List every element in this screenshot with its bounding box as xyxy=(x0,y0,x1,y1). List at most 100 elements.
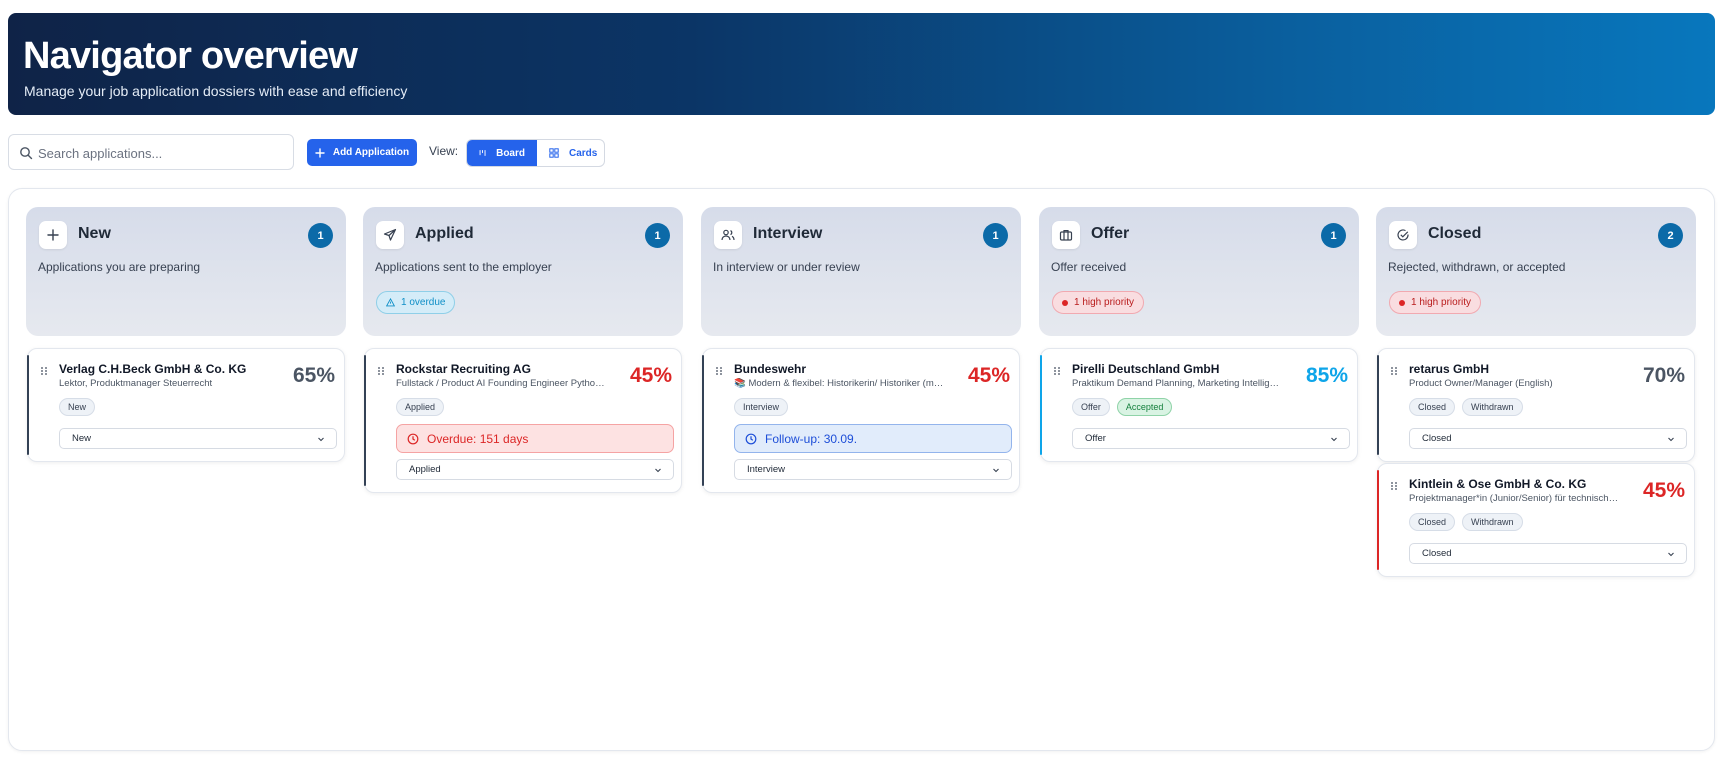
column-count-badge: 1 xyxy=(308,223,333,248)
application-card[interactable]: Verlag C.H.Beck GmbH & Co. KG Lektor, Pr… xyxy=(27,348,345,462)
column-offer: Offer 1 Offer received 1 high priority P… xyxy=(1039,207,1359,462)
company-name: retarus GmbH xyxy=(1409,362,1490,376)
column-new: New 1 Applications you are preparing Ver… xyxy=(26,207,346,462)
job-title: 📚 Modern & flexibel: Historikerin/ Histo… xyxy=(734,378,944,389)
withdrawn-tag: Withdrawn xyxy=(1462,513,1523,531)
cards-view-label: Cards xyxy=(569,147,598,159)
withdrawn-tag: Withdrawn xyxy=(1462,398,1523,416)
chevron-down-icon xyxy=(655,468,661,473)
company-name: Rockstar Recruiting AG xyxy=(396,362,531,376)
check-circle-icon xyxy=(1389,221,1417,249)
chevron-down-icon xyxy=(318,437,324,442)
priority-dot-icon xyxy=(1399,299,1405,306)
drag-handle-icon[interactable] xyxy=(1053,366,1061,376)
application-card[interactable]: Kintlein & Ose GmbH & Co. KG Projektmana… xyxy=(1377,463,1695,577)
status-tag: Applied xyxy=(396,398,445,416)
drag-handle-icon[interactable] xyxy=(40,366,48,376)
tag-list: New xyxy=(59,398,96,416)
column-count-badge: 1 xyxy=(1321,223,1346,248)
send-icon xyxy=(376,221,404,249)
users-icon xyxy=(714,221,742,249)
status-select-value: Offer xyxy=(1085,433,1106,444)
column-closed: Closed 2 Rejected, withdrawn, or accepte… xyxy=(1376,207,1696,577)
clock-icon xyxy=(745,433,757,444)
priority-badge: 1 high priority xyxy=(1052,291,1145,314)
application-card[interactable]: Rockstar Recruiting AG Fullstack / Produ… xyxy=(364,348,682,493)
chevron-down-icon xyxy=(1331,437,1337,442)
drag-handle-icon[interactable] xyxy=(1390,366,1398,376)
match-percentage: 45% xyxy=(629,364,672,387)
board-view-label: Board xyxy=(496,147,525,159)
application-card[interactable]: Bundeswehr 📚 Modern & flexibel: Historik… xyxy=(702,348,1020,493)
column-description: Rejected, withdrawn, or accepted xyxy=(1388,260,1566,274)
status-tag: Offer xyxy=(1072,398,1110,416)
company-name: Kintlein & Ose GmbH & Co. KG xyxy=(1409,477,1587,491)
status-select[interactable]: Offer xyxy=(1072,428,1350,449)
job-title: Projektmanager*in (Junior/Senior) für te… xyxy=(1409,493,1619,504)
status-tag: Closed xyxy=(1409,398,1456,416)
column-header: Applied 1 Applications sent to the emplo… xyxy=(363,207,683,336)
match-percentage: 45% xyxy=(1642,479,1685,502)
status-select[interactable]: Closed xyxy=(1409,543,1687,564)
column-header: Interview 1 In interview or under review xyxy=(701,207,1021,336)
tag-list: Closed Withdrawn xyxy=(1409,398,1523,416)
column-header: New 1 Applications you are preparing xyxy=(26,207,346,336)
drag-handle-icon[interactable] xyxy=(715,366,723,376)
page-subtitle: Manage your job application dossiers wit… xyxy=(24,83,408,99)
follow-up-alert-text: Follow-up: 30.09. xyxy=(765,431,858,446)
columns-icon xyxy=(479,150,486,156)
status-select[interactable]: Closed xyxy=(1409,428,1687,449)
clock-icon xyxy=(407,433,419,444)
drag-handle-icon[interactable] xyxy=(377,366,385,376)
priority-badge: 1 high priority xyxy=(1389,291,1482,314)
column-description: Applications sent to the employer xyxy=(375,260,552,274)
column-count-badge: 1 xyxy=(983,223,1008,248)
match-percentage: 70% xyxy=(1642,364,1685,387)
column-title: Interview xyxy=(753,225,823,242)
column-applied: Applied 1 Applications sent to the emplo… xyxy=(363,207,683,493)
page-title: Navigator overview xyxy=(23,35,358,77)
search-input[interactable] xyxy=(38,143,288,163)
status-select-value: Closed xyxy=(1422,433,1452,444)
tag-list: Applied xyxy=(396,398,445,416)
status-select[interactable]: New xyxy=(59,428,337,449)
priority-dot-icon xyxy=(1062,299,1068,306)
match-percentage: 65% xyxy=(292,364,335,387)
status-select-value: Closed xyxy=(1422,548,1452,559)
cards-view-button[interactable]: Cards xyxy=(537,140,604,166)
status-select[interactable]: Interview xyxy=(734,459,1012,480)
column-title: Closed xyxy=(1428,225,1482,242)
application-card[interactable]: Pirelli Deutschland GmbH Praktikum Deman… xyxy=(1040,348,1358,462)
priority-badge-label: 1 high priority xyxy=(1411,297,1472,308)
column-count-badge: 2 xyxy=(1658,223,1683,248)
plus-icon xyxy=(315,147,325,158)
add-application-button[interactable]: Add Application xyxy=(307,139,417,166)
company-name: Bundeswehr xyxy=(734,362,807,376)
priority-badge-label: 1 high priority xyxy=(1074,297,1135,308)
company-name: Pirelli Deutschland GmbH xyxy=(1072,362,1220,376)
search-box[interactable] xyxy=(8,134,294,170)
follow-up-alert: Follow-up: 30.09. xyxy=(734,424,1012,453)
view-toggle: Board Cards xyxy=(466,139,605,167)
match-percentage: 45% xyxy=(967,364,1010,387)
board-view-button[interactable]: Board xyxy=(467,140,537,166)
tag-list: Closed Withdrawn xyxy=(1409,513,1523,531)
status-select[interactable]: Applied xyxy=(396,459,674,480)
drag-handle-icon[interactable] xyxy=(1390,481,1398,491)
job-title: Product Owner/Manager (English) xyxy=(1409,378,1553,389)
match-percentage: 85% xyxy=(1305,364,1348,387)
status-select-value: Applied xyxy=(409,464,441,475)
status-tag: Closed xyxy=(1409,513,1456,531)
header-banner: Navigator overview Manage your job appli… xyxy=(8,13,1715,115)
column-count-badge: 1 xyxy=(645,223,670,248)
chevron-down-icon xyxy=(993,468,999,473)
application-card[interactable]: retarus GmbH Product Owner/Manager (Engl… xyxy=(1377,348,1695,462)
briefcase-icon xyxy=(1052,221,1080,249)
job-title: Lektor, Produktmanager Steuerrecht xyxy=(59,378,213,389)
column-description: In interview or under review xyxy=(713,260,860,274)
column-title: Applied xyxy=(415,225,474,242)
company-name: Verlag C.H.Beck GmbH & Co. KG xyxy=(59,362,247,376)
kanban-board: New 1 Applications you are preparing Ver… xyxy=(8,188,1715,751)
column-interview: Interview 1 In interview or under review… xyxy=(701,207,1021,493)
grid-icon xyxy=(549,148,559,158)
